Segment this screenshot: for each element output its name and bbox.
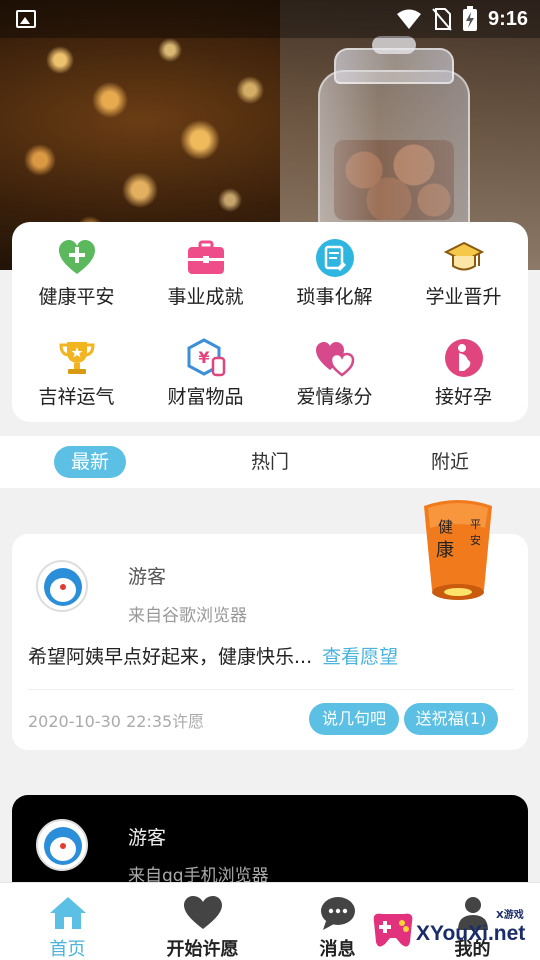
status-bar: 9:16 xyxy=(0,0,540,38)
clock: 9:16 xyxy=(487,7,528,30)
nav-label: 首页 xyxy=(49,939,86,960)
category-luck[interactable]: 吉祥运气 xyxy=(12,322,141,412)
category-label: 琐事化解 xyxy=(296,286,373,308)
graduation-cap-icon xyxy=(444,241,484,271)
chat-bubble-icon xyxy=(321,897,355,930)
category-health[interactable]: 健康平安 xyxy=(12,222,141,312)
category-trivia[interactable]: 琐事化解 xyxy=(270,222,399,312)
category-wealth[interactable]: ¥ 财富物品 xyxy=(141,322,270,412)
user-name: 游客 xyxy=(128,566,167,588)
watermark-small: X游戏 xyxy=(496,910,524,921)
category-label: 吉祥运气 xyxy=(38,386,115,408)
site-watermark: X游戏 XYouXi.net xyxy=(368,904,534,956)
tab-latest[interactable]: 最新 xyxy=(54,446,126,478)
wish-time: 2020-10-30 22:35许愿 xyxy=(28,712,205,731)
category-pregnancy[interactable]: 接好孕 xyxy=(399,322,528,412)
health-heart-icon xyxy=(59,240,95,274)
avatar[interactable] xyxy=(36,560,88,612)
document-edit-icon xyxy=(316,239,354,277)
comment-button[interactable]: 说几句吧 xyxy=(309,703,399,735)
home-icon xyxy=(50,897,86,929)
feed-tabs: 最新 热门 附近 xyxy=(0,436,540,488)
jar-knob xyxy=(372,36,416,54)
no-sim-icon xyxy=(432,8,452,31)
category-label: 事业成就 xyxy=(167,286,244,308)
pregnant-icon xyxy=(445,339,483,377)
bless-button[interactable]: 送祝福(1) xyxy=(404,703,498,735)
category-label: 接好孕 xyxy=(434,386,492,408)
tab-nearby[interactable]: 附近 xyxy=(414,446,486,478)
category-label: 学业晋升 xyxy=(425,286,502,308)
battery-charging-icon xyxy=(462,6,477,31)
lantern-char: 平 xyxy=(470,518,481,531)
lantern-char: 健 xyxy=(438,518,453,536)
user-name: 游客 xyxy=(128,827,167,849)
category-study[interactable]: 学业晋升 xyxy=(399,222,528,312)
image-icon xyxy=(16,10,36,28)
nav-home[interactable]: 首页 xyxy=(0,891,135,960)
tab-hot[interactable]: 热门 xyxy=(234,446,306,478)
nav-make-wish[interactable]: 开始许愿 xyxy=(135,891,270,960)
hearts-icon xyxy=(316,342,355,377)
heart-icon xyxy=(184,896,222,929)
category-love[interactable]: 爱情缘分 xyxy=(270,322,399,412)
divider xyxy=(28,689,514,690)
trophy-icon xyxy=(59,342,95,374)
watermark-text: XYouXi.net xyxy=(416,922,526,945)
avatar[interactable] xyxy=(36,819,88,871)
money-hexagon-icon: ¥ xyxy=(187,338,226,377)
user-source: 来自谷歌浏览器 xyxy=(128,606,247,626)
category-grid: 健康平安 事业成就 琐事化解 学业晋升 吉祥运气 ¥ 财富物品 爱情缘分 接好孕 xyxy=(12,222,528,422)
lantern-char: 康 xyxy=(436,540,454,561)
briefcase-icon xyxy=(188,240,224,274)
category-label: 爱情缘分 xyxy=(296,386,373,408)
sky-lantern-icon: 健 康 平 安 xyxy=(424,500,492,600)
svg-text:¥: ¥ xyxy=(198,348,209,367)
category-career[interactable]: 事业成就 xyxy=(141,222,270,312)
wish-content: 希望阿姨早点好起来，健康快乐... 查看愿望 xyxy=(28,642,398,669)
cookie-jar xyxy=(318,70,470,240)
lantern-char: 安 xyxy=(470,533,481,547)
wifi-icon xyxy=(396,9,421,29)
category-label: 财富物品 xyxy=(167,386,244,408)
category-label: 健康平安 xyxy=(38,286,115,308)
view-wish-link[interactable]: 查看愿望 xyxy=(322,646,398,668)
nav-label: 开始许愿 xyxy=(166,939,239,960)
gamepad-logo-icon xyxy=(373,913,413,947)
wish-text: 希望阿姨早点好起来，健康快乐... xyxy=(28,646,313,668)
